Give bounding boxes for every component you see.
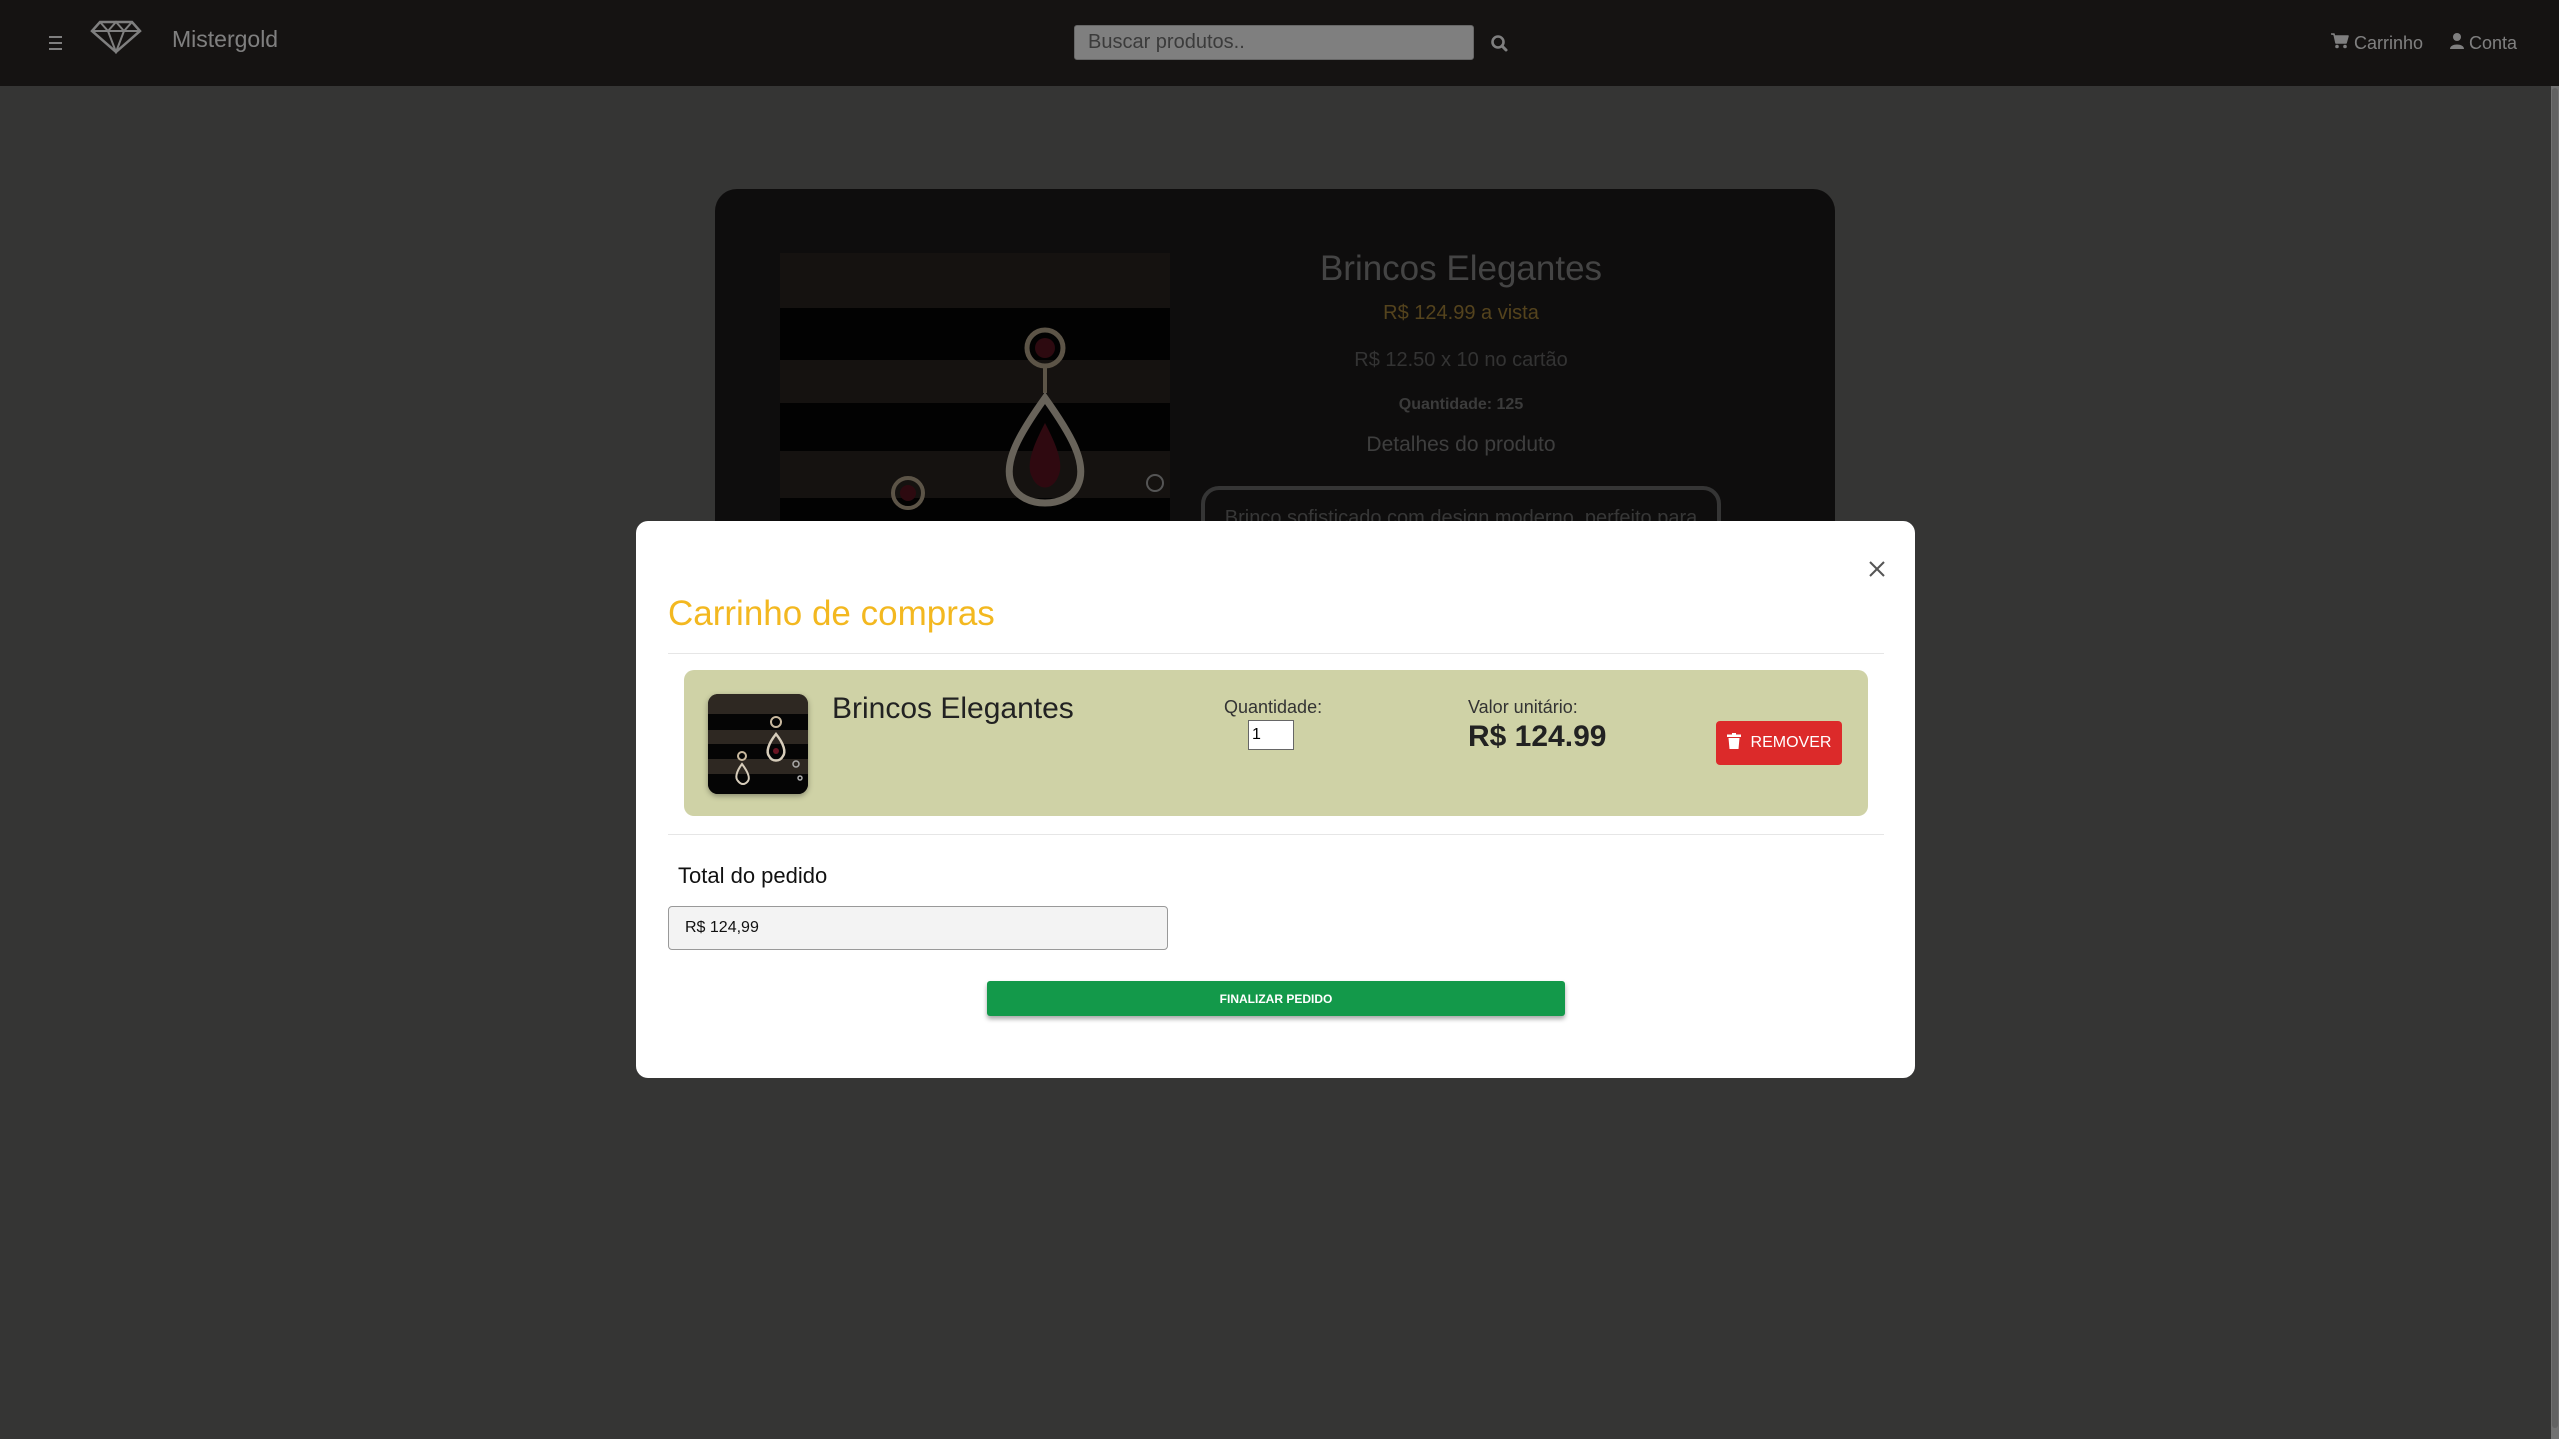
- cart-modal: Carrinho de compras Brincos Elegantes Qu…: [636, 521, 1915, 1078]
- modal-title: Carrinho de compras: [668, 594, 995, 633]
- divider: [668, 653, 1884, 654]
- quantity-input[interactable]: [1248, 720, 1294, 750]
- unit-price-value: R$ 124.99: [1468, 720, 1607, 753]
- quantity-label: Quantidade:: [1224, 697, 1323, 717]
- trash-icon: [1726, 732, 1741, 754]
- cart-item-name: Brincos Elegantes: [832, 692, 1074, 725]
- unit-price-label: Valor unitário:: [1468, 697, 1578, 717]
- remove-button-label: REMOVER: [1750, 734, 1832, 751]
- close-icon[interactable]: [1862, 554, 1892, 584]
- divider: [668, 834, 1884, 835]
- checkout-button[interactable]: FINALIZAR PEDIDO: [987, 981, 1565, 1016]
- cart-item: Brincos Elegantes Quantidade: Valor unit…: [684, 670, 1868, 816]
- remove-button[interactable]: REMOVER: [1716, 721, 1842, 765]
- total-label: Total do pedido: [678, 863, 828, 888]
- cart-item-image: [708, 694, 808, 794]
- total-value-field: R$ 124,99: [668, 906, 1168, 950]
